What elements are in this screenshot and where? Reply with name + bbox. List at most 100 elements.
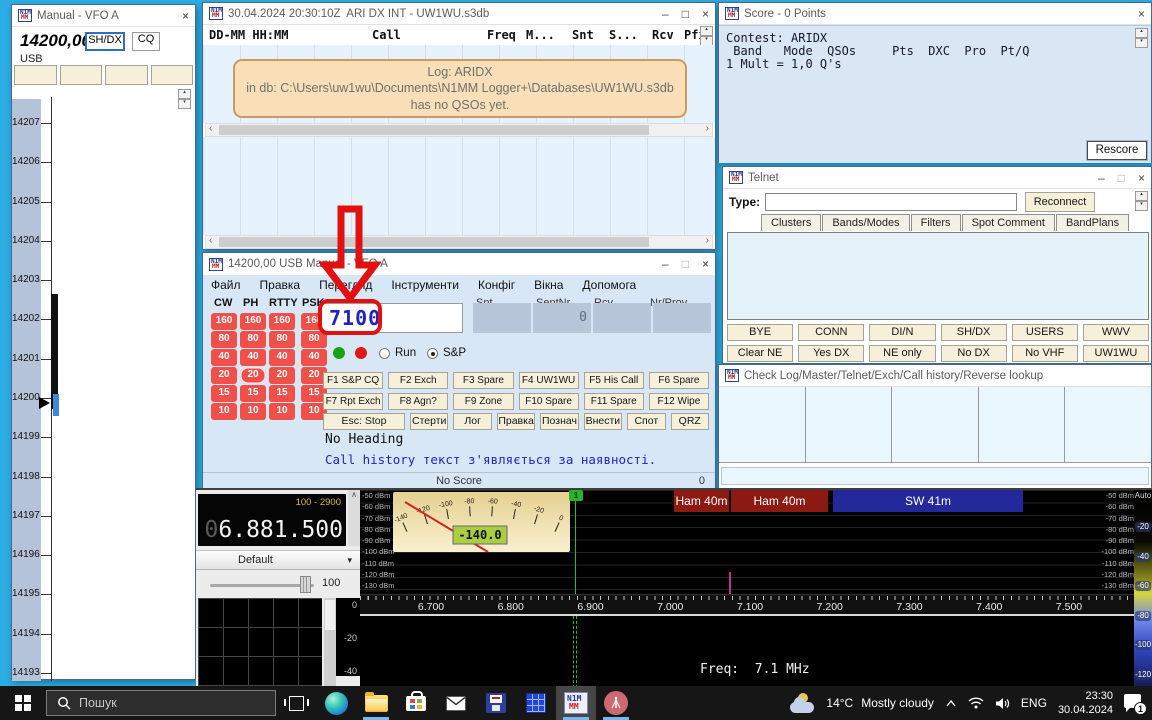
- log-column[interactable]: M...: [526, 28, 555, 42]
- band-button[interactable]: 80: [240, 331, 266, 348]
- band-button[interactable]: 15: [240, 385, 266, 402]
- function-key-button[interactable]: F2 Exch: [388, 372, 448, 389]
- sp-radio[interactable]: [427, 348, 438, 359]
- sentnr-field[interactable]: 0: [533, 303, 591, 333]
- band-segment-sw41[interactable]: SW 41m: [833, 490, 1023, 512]
- menu-item[interactable]: Конфіг: [478, 278, 515, 292]
- spin-up-icon[interactable]: ▴: [700, 26, 713, 36]
- function-key-button[interactable]: F11 Spare: [584, 393, 644, 410]
- band-button[interactable]: 80: [211, 331, 237, 348]
- band-button[interactable]: 80: [269, 331, 295, 348]
- menu-item[interactable]: Допомога: [582, 278, 636, 292]
- band-button[interactable]: 20: [269, 367, 295, 384]
- maximize-icon[interactable]: □: [682, 254, 689, 274]
- band-button[interactable]: 160: [240, 313, 266, 330]
- scroll-left-icon[interactable]: ‹: [209, 235, 212, 247]
- close-icon[interactable]: ×: [1138, 168, 1145, 188]
- telnet-spinner[interactable]: ▴ ▾: [1135, 191, 1148, 211]
- maximize-icon[interactable]: □: [682, 4, 689, 24]
- close-icon[interactable]: ×: [1138, 4, 1145, 24]
- log-column[interactable]: Call: [372, 28, 401, 42]
- score-titlebar[interactable]: Score - 0 Points ×: [719, 3, 1151, 25]
- file-explorer-button[interactable]: [356, 686, 396, 720]
- waterfall-display[interactable]: Freq: 7.1 MHz: [360, 616, 1152, 688]
- scroll-up-icon[interactable]: ∧: [351, 490, 357, 499]
- function-key-button[interactable]: F5 His Call: [584, 372, 644, 389]
- scroll-left-icon[interactable]: ‹: [209, 123, 212, 135]
- function-key-button[interactable]: F6 Spare: [649, 372, 709, 389]
- task-view-button[interactable]: [276, 686, 316, 720]
- minimize-icon[interactable]: –: [1098, 168, 1105, 188]
- close-icon[interactable]: ×: [702, 254, 709, 274]
- band-button[interactable]: 10: [269, 403, 295, 420]
- entry-titlebar[interactable]: 14200,00 USB Manual - VFO A – □ ×: [203, 253, 715, 275]
- telnet-tab[interactable]: Spot Comment: [962, 214, 1055, 231]
- telnet-command-button[interactable]: DI/N: [869, 324, 935, 341]
- cq-button[interactable]: CQ: [132, 32, 160, 51]
- spreadsheet-button[interactable]: [516, 686, 556, 720]
- band-button[interactable]: 10: [211, 403, 237, 420]
- shdx-button[interactable]: SH/DX: [85, 32, 125, 51]
- telnet-command-button[interactable]: USERS: [1012, 324, 1078, 341]
- telnet-output-list[interactable]: [727, 232, 1149, 320]
- maximize-icon[interactable]: □: [1118, 168, 1125, 188]
- log-scrollbar-bottom[interactable]: ‹ ›: [205, 235, 713, 249]
- telnet-command-button[interactable]: UW1WU: [1083, 345, 1149, 362]
- notification-center-button[interactable]: 1: [1124, 694, 1144, 712]
- frequency-ruler[interactable]: 6.7006.8006.9007.0007.1007.2007.3007.400…: [360, 594, 1152, 614]
- band-button[interactable]: 20: [240, 367, 266, 384]
- score-spinner[interactable]: ▴ ▾: [1135, 28, 1148, 48]
- store-button[interactable]: [396, 686, 436, 720]
- n1mm-logger-button[interactable]: [556, 686, 596, 720]
- sdr-app-button[interactable]: [596, 686, 636, 720]
- function-key-button[interactable]: F3 Spare: [453, 372, 513, 389]
- reconnect-button[interactable]: Reconnect: [1025, 192, 1095, 212]
- scroll-right-icon[interactable]: ›: [706, 235, 709, 247]
- speaker-icon[interactable]: [995, 697, 1010, 710]
- function-key-button[interactable]: F12 Wipe: [649, 393, 709, 410]
- telnet-command-button[interactable]: No VHF: [1012, 345, 1078, 362]
- telnet-tab[interactable]: Filters: [911, 214, 961, 231]
- spin-down-icon[interactable]: ▾: [1135, 38, 1148, 48]
- scrollbar-thumb[interactable]: [219, 237, 649, 247]
- run-radio[interactable]: [379, 348, 390, 359]
- log-scrollbar-top[interactable]: ‹ ›: [205, 123, 713, 137]
- edge-browser-button[interactable]: [316, 686, 356, 720]
- bandmap-zoom-bar[interactable]: [51, 294, 58, 409]
- menu-item[interactable]: Вікна: [534, 278, 563, 292]
- volume-slider-track[interactable]: [210, 584, 314, 587]
- spectrum-display[interactable]: -50 dBm-60 dBm-70 dBm-80 dBm-90 dBm-100 …: [360, 490, 1152, 688]
- weather-widget[interactable]: 14°C Mostly cloudy: [790, 693, 934, 713]
- function-key-button[interactable]: F1 S&P CQ: [323, 372, 383, 389]
- action-button[interactable]: Правка: [497, 413, 535, 430]
- close-icon[interactable]: ×: [182, 6, 189, 26]
- action-button[interactable]: QRZ: [671, 413, 709, 430]
- band-button[interactable]: 40: [240, 349, 266, 366]
- telnet-command-button[interactable]: No DX: [941, 345, 1007, 362]
- telnet-command-button[interactable]: BYE: [727, 324, 793, 341]
- telnet-titlebar[interactable]: Telnet – □ ×: [723, 167, 1151, 189]
- action-button[interactable]: Esc: Stop: [323, 413, 405, 430]
- function-key-button[interactable]: F10 Spare: [519, 393, 579, 410]
- bandmap-titlebar[interactable]: Manual - VFO A ×: [12, 5, 195, 27]
- wifi-icon[interactable]: [968, 697, 984, 709]
- spin-up-icon[interactable]: ▴: [1135, 28, 1148, 38]
- preset-dropdown[interactable]: Default ▾: [196, 550, 360, 570]
- spin-down-icon[interactable]: ▾: [1135, 201, 1148, 211]
- band-button[interactable]: 40: [269, 349, 295, 366]
- telnet-command-button[interactable]: WWV: [1083, 324, 1149, 341]
- menu-item[interactable]: Файл: [211, 278, 241, 292]
- volume-slider-thumb[interactable]: [300, 576, 311, 593]
- telnet-tab[interactable]: BandPlans: [1056, 214, 1129, 231]
- telnet-command-button[interactable]: CONN: [798, 324, 864, 341]
- action-button[interactable]: Познач: [540, 413, 578, 430]
- band-button[interactable]: 20: [211, 367, 237, 384]
- minimize-icon[interactable]: –: [662, 254, 669, 274]
- telnet-command-button[interactable]: SH/DX: [941, 324, 1007, 341]
- telnet-command-button[interactable]: Yes DX: [798, 345, 864, 362]
- action-button[interactable]: Стерти: [410, 413, 448, 430]
- rcv-field[interactable]: [593, 303, 651, 333]
- sdr-frequency-display[interactable]: 100 - 2900 06.881.500: [198, 494, 346, 546]
- minimize-icon[interactable]: –: [662, 4, 669, 24]
- telnet-tab[interactable]: Clusters: [761, 214, 821, 231]
